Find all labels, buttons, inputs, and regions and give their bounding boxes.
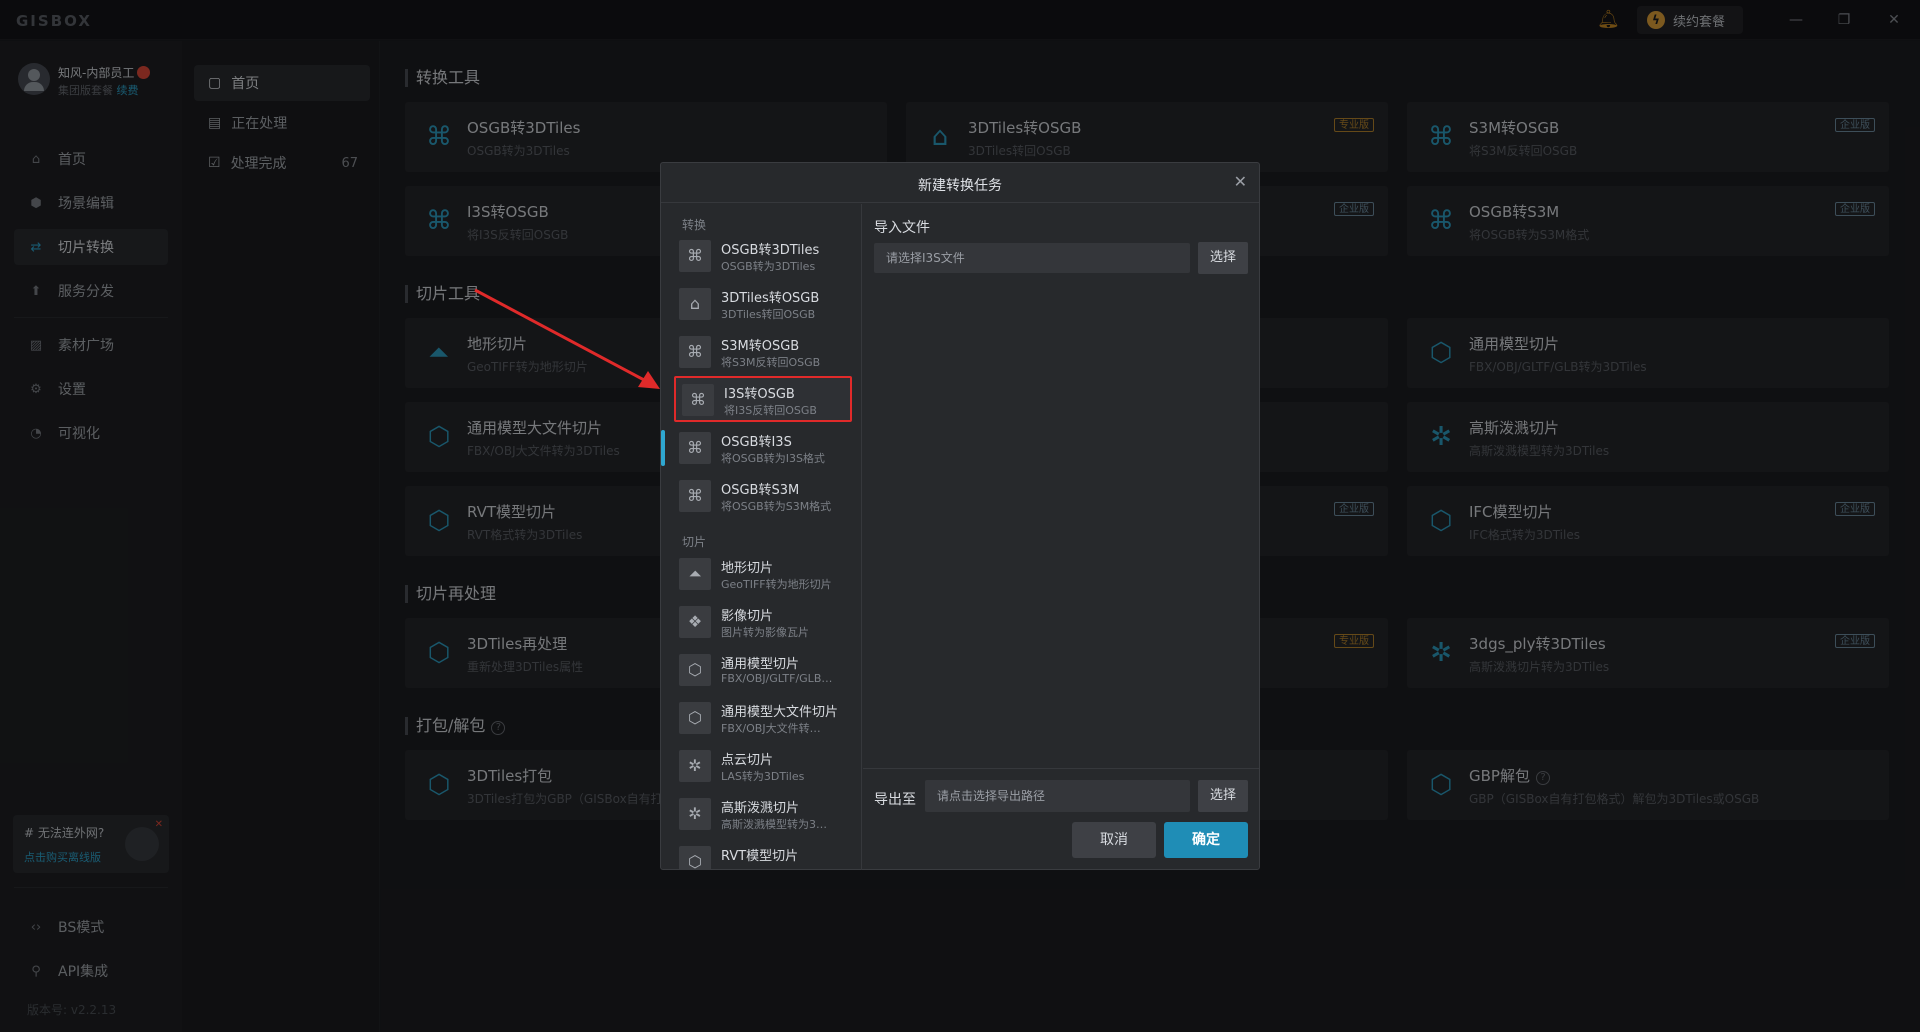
annotation-arrow: [474, 288, 660, 389]
task-title: 影像切片: [721, 609, 774, 624]
task-title: 高斯泼溅切片: [721, 801, 800, 816]
convert-icon: ⌘: [679, 480, 711, 512]
task-title: OSGB转S3M: [721, 483, 800, 498]
task-desc: 将S3M反转回OSGB: [721, 356, 821, 369]
task-item-3dtiles-to-osgb[interactable]: ⌂ 3DTiles转OSGB 3DTiles转回OSGB: [673, 282, 851, 326]
task-title: 点云切片: [721, 753, 774, 768]
new-conversion-dialog: 新建转换任务 ✕ 转换 ⌘ OSGB转3DTiles OSGB转为3DTiles…: [660, 162, 1260, 870]
gaussian-splat-icon: ✲: [679, 798, 711, 830]
imagery-icon: ❖: [679, 606, 711, 638]
task-title: 3DTiles转OSGB: [721, 291, 820, 306]
task-title: OSGB转3DTiles: [721, 243, 820, 258]
task-item-point-cloud[interactable]: ✲ 点云切片 LAS转为3DTiles: [673, 744, 851, 788]
convert-icon: ⌘: [679, 432, 711, 464]
task-item-model[interactable]: ⬡ 通用模型切片 FBX/OBJ/GLTF/GLB…: [673, 648, 851, 692]
task-item-osgb-to-3dtiles[interactable]: ⌘ OSGB转3DTiles OSGB转为3DTiles: [673, 234, 851, 278]
cancel-button[interactable]: 取消: [1072, 822, 1156, 858]
task-item-osgb-to-s3m[interactable]: ⌘ OSGB转S3M 将OSGB转为S3M格式: [673, 474, 851, 518]
task-desc: 图片转为影像瓦片: [721, 626, 809, 639]
convert-icon: ⌘: [679, 240, 711, 272]
cube-icon: ⬡: [679, 846, 711, 870]
task-title: 通用模型大文件切片: [721, 705, 839, 720]
close-icon[interactable]: ✕: [1234, 172, 1247, 191]
import-file-input[interactable]: 请选择I3S文件: [874, 243, 1190, 273]
task-type-list: 转换 ⌘ OSGB转3DTiles OSGB转为3DTiles ⌂ 3DTile…: [661, 204, 862, 870]
selection-marker: [661, 430, 665, 466]
task-item-i3s-to-osgb[interactable]: ⌘ I3S转OSGB 将I3S反转回OSGB: [674, 376, 852, 422]
task-desc: 将OSGB转为S3M格式: [721, 500, 832, 513]
export-path-input[interactable]: 请点击选择导出路径: [925, 780, 1190, 812]
task-item-s3m-to-osgb[interactable]: ⌘ S3M转OSGB 将S3M反转回OSGB: [673, 330, 851, 374]
dialog-header: 新建转换任务 ✕: [661, 163, 1259, 203]
task-title: I3S转OSGB: [724, 387, 795, 402]
export-to-label: 导出至: [874, 792, 916, 808]
task-item-gaussian-splat[interactable]: ✲ 高斯泼溅切片 高斯泼溅模型转为3…: [673, 792, 851, 836]
convert-icon: ⌘: [679, 336, 711, 368]
terrain-icon: ⏶: [679, 558, 711, 590]
choose-export-button[interactable]: 选择: [1198, 780, 1248, 812]
choose-import-button[interactable]: 选择: [1198, 242, 1248, 274]
task-desc: 将OSGB转为I3S格式: [721, 452, 825, 465]
task-desc: 将I3S反转回OSGB: [724, 404, 817, 417]
task-desc: 3DTiles转回OSGB: [721, 308, 816, 321]
task-desc: OSGB转为3DTiles: [721, 260, 816, 273]
task-title: RVT模型切片: [721, 849, 799, 864]
task-desc: GeoTIFF转为地形切片: [721, 578, 832, 591]
task-title: S3M转OSGB: [721, 339, 800, 354]
task-title: 通用模型切片: [721, 657, 800, 672]
task-item-large-model[interactable]: ⬡ 通用模型大文件切片 FBX/OBJ大文件转…: [673, 696, 851, 740]
dialog-title: 新建转换任务: [918, 178, 1002, 194]
task-title: 地形切片: [721, 561, 774, 576]
convert-icon: ⌂: [679, 288, 711, 320]
task-title: OSGB转I3S: [721, 435, 792, 450]
cube-icon: ⬡: [679, 702, 711, 734]
task-desc: 高斯泼溅模型转为3…: [721, 818, 827, 831]
confirm-button[interactable]: 确定: [1164, 822, 1248, 858]
import-file-label: 导入文件: [874, 220, 930, 236]
dialog-footer-divider: [863, 768, 1259, 769]
task-item-imagery[interactable]: ❖ 影像切片 图片转为影像瓦片: [673, 600, 851, 644]
convert-icon: ⌘: [682, 384, 714, 416]
task-item-osgb-to-i3s[interactable]: ⌘ OSGB转I3S 将OSGB转为I3S格式: [673, 426, 851, 470]
point-cloud-icon: ✲: [679, 750, 711, 782]
cube-icon: ⬡: [679, 654, 711, 686]
task-desc: LAS转为3DTiles: [721, 770, 805, 783]
task-desc: FBX/OBJ大文件转…: [721, 722, 821, 735]
task-item-terrain[interactable]: ⏶ 地形切片 GeoTIFF转为地形切片: [673, 552, 851, 596]
task-desc: FBX/OBJ/GLTF/GLB…: [721, 672, 833, 685]
list-group-convert: 转换: [682, 218, 707, 232]
list-group-slice: 切片: [682, 535, 707, 549]
task-item-rvt[interactable]: ⬡ RVT模型切片: [673, 840, 851, 870]
